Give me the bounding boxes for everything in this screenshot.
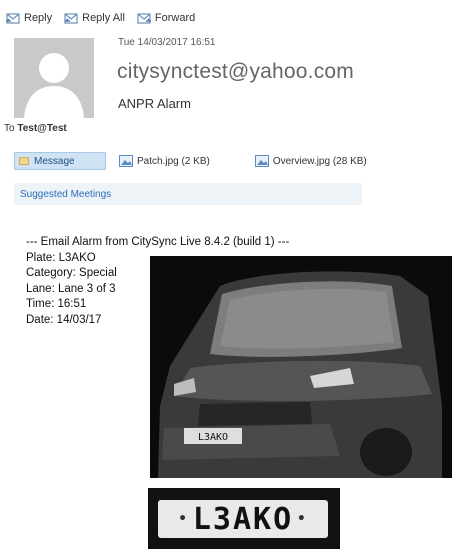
to-prefix: To xyxy=(4,123,15,134)
forward-label: Forward xyxy=(154,12,196,24)
body-header-line: --- Email Alarm from CitySync Live 8.4.2… xyxy=(26,236,290,248)
car-plate-text: L3AKO xyxy=(198,432,228,443)
envelope-icon xyxy=(19,157,29,165)
plate-patch-image: • L3AKO • xyxy=(148,488,340,549)
person-silhouette-icon xyxy=(14,38,94,118)
forward-icon xyxy=(137,13,151,24)
attachment-patch-label: Patch.jpg (2 KB) xyxy=(137,155,210,167)
plate-bolt-left: • xyxy=(178,511,189,527)
suggested-meetings-link[interactable]: Suggested Meetings xyxy=(14,183,362,205)
image-file-icon xyxy=(254,155,269,167)
forward-button[interactable]: Forward xyxy=(137,12,195,24)
reply-icon xyxy=(6,13,20,24)
overview-car-image: L3AKO xyxy=(150,256,452,478)
reply-all-button[interactable]: Reply All xyxy=(64,12,125,24)
reply-label: Reply xyxy=(24,12,53,24)
to-line: To Test@Test xyxy=(4,123,67,134)
attachment-bar: Message Patch.jpg (2 KB) Overview.jpg (2… xyxy=(14,151,452,171)
email-subject: ANPR Alarm xyxy=(118,96,191,111)
tab-message-label: Message xyxy=(34,155,75,167)
car-image-graphic: L3AKO xyxy=(150,256,452,478)
attachment-overview-label: Overview.jpg (28 KB) xyxy=(272,155,367,167)
reply-button[interactable]: Reply xyxy=(6,12,52,24)
patch-plate-text: L3AKO xyxy=(192,501,294,537)
reply-all-icon xyxy=(64,13,78,24)
message-toolbar: Reply Reply All Forward xyxy=(6,8,195,28)
plate-bolt-right: • xyxy=(297,511,308,527)
sender-avatar xyxy=(14,38,94,118)
reply-all-label: Reply All xyxy=(82,12,125,24)
sender-address[interactable]: citysynctest@yahoo.com xyxy=(117,60,354,84)
image-file-icon xyxy=(119,155,133,167)
attachment-patch[interactable]: Patch.jpg (2 KB) xyxy=(119,155,210,167)
attachment-overview[interactable]: Overview.jpg (28 KB) xyxy=(254,155,367,167)
sent-date: Tue 14/03/2017 16:51 xyxy=(118,37,216,48)
to-recipient[interactable]: Test@Test xyxy=(17,123,66,134)
plate-patch: • L3AKO • xyxy=(158,500,328,538)
tab-message[interactable]: Message xyxy=(14,152,106,170)
